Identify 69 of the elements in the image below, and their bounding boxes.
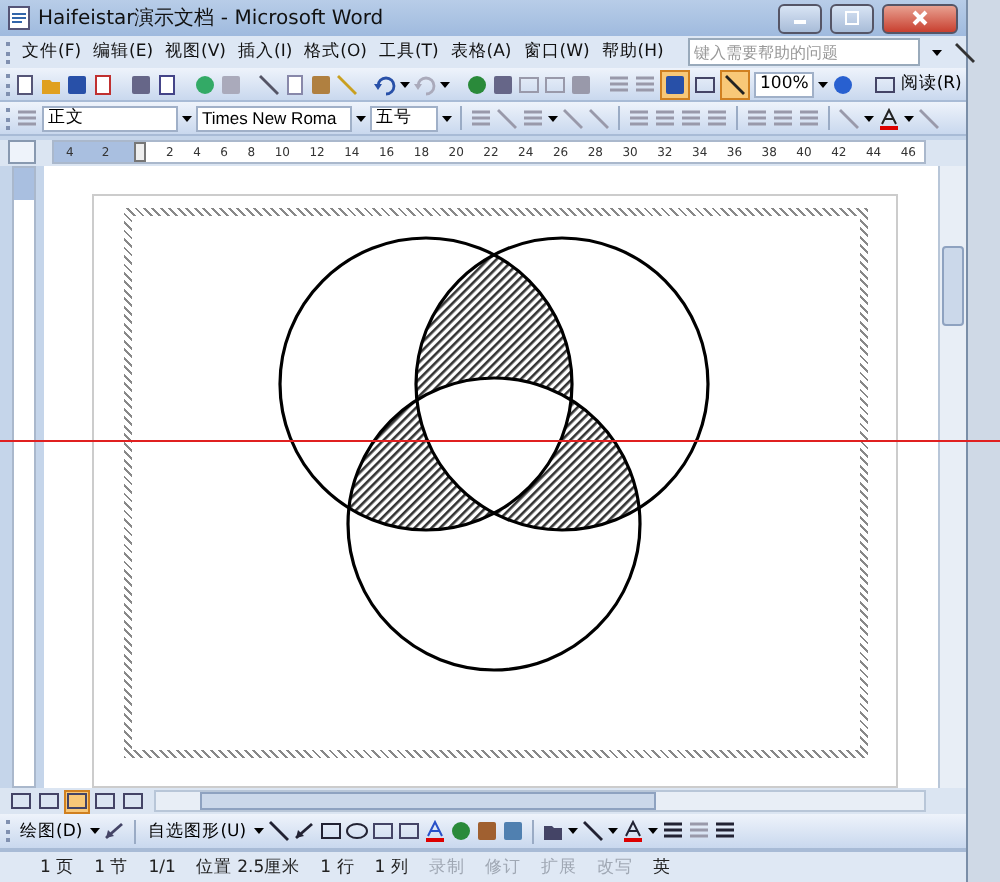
copy-icon[interactable] (284, 73, 306, 95)
oval-icon[interactable] (346, 820, 369, 842)
minimize-button[interactable] (778, 3, 822, 33)
style-box[interactable]: 正文 (42, 105, 178, 131)
arrow-icon[interactable] (294, 820, 317, 842)
font-color-icon[interactable] (878, 107, 900, 129)
menu-item[interactable]: 编辑(E) (93, 40, 154, 64)
caret-icon[interactable] (400, 81, 410, 87)
font-box[interactable]: Times New Roma (196, 105, 352, 131)
pointer-icon[interactable] (104, 820, 127, 842)
tab-selector[interactable] (8, 140, 36, 164)
close-button[interactable] (882, 3, 958, 33)
text-box-icon[interactable] (372, 820, 395, 842)
menu-item[interactable]: 帮助(H) (601, 40, 664, 64)
document-icon[interactable] (92, 73, 114, 95)
menu-item[interactable]: 工具(T) (378, 40, 439, 64)
help-search-field[interactable]: 键入需要帮助的问题 (687, 38, 920, 66)
menu-item[interactable]: 插入(I) (238, 40, 293, 64)
status-item: 位置 2.5厘米 (195, 855, 301, 879)
caret-icon[interactable] (608, 828, 619, 834)
status-item: 修订 (484, 855, 521, 879)
status-item: 1/1 (148, 857, 176, 877)
rectangle-icon[interactable] (320, 820, 343, 842)
status-item: 1 节 (94, 855, 129, 879)
status-item: 1 页 (40, 855, 75, 879)
caret-icon[interactable] (568, 828, 579, 834)
status-item: 1 列 (374, 855, 409, 879)
maximize-icon (844, 10, 860, 26)
status-item: 改写 (596, 855, 633, 879)
caret-icon[interactable] (90, 828, 101, 834)
status-item: 1 行 (320, 855, 355, 879)
menu-item[interactable]: 格式(O) (304, 40, 367, 64)
menu-item[interactable]: 文件(F) (22, 40, 82, 64)
menu-item[interactable]: 表格(A) (450, 40, 512, 64)
caret-icon[interactable] (182, 115, 192, 121)
status-item: 英 (652, 855, 671, 879)
caret-icon[interactable] (818, 81, 829, 87)
caret-icon[interactable] (648, 828, 659, 834)
document-icon[interactable] (156, 73, 178, 95)
caret-icon[interactable] (864, 115, 874, 121)
status-item: 扩展 (540, 855, 577, 879)
caret-icon[interactable] (356, 115, 366, 121)
font-size-box[interactable]: 五号 (370, 105, 438, 131)
status-item: 录制 (428, 855, 465, 879)
text-box-icon[interactable] (398, 820, 421, 842)
menu-item[interactable]: 视图(V) (165, 40, 226, 64)
undo-icon[interactable] (374, 73, 396, 95)
indent-marker[interactable] (134, 142, 146, 162)
window-title: Haifeistar演示文档 - Microsoft Word (38, 5, 384, 32)
toolbar-grip[interactable] (6, 820, 12, 842)
caret-icon[interactable] (931, 49, 942, 55)
font-color-icon[interactable] (622, 820, 645, 842)
menu-item[interactable]: 窗口(W) (523, 40, 590, 64)
maximize-button[interactable] (830, 3, 874, 33)
caret-icon[interactable] (548, 115, 558, 121)
line-icon[interactable] (268, 820, 291, 842)
horizontal-scrollbar[interactable] (154, 790, 926, 812)
caret-icon[interactable] (904, 115, 914, 121)
caret-icon[interactable] (440, 81, 450, 87)
vertical-scrollbar[interactable] (938, 166, 966, 788)
autoshapes-menu-button[interactable]: 自选图形(U) (144, 819, 251, 843)
document-icon (8, 6, 30, 30)
new-document-icon[interactable] (14, 73, 36, 95)
zoom-box[interactable]: 100% (754, 71, 815, 97)
caret-icon[interactable] (254, 828, 265, 834)
read-button[interactable]: 阅读(R) (870, 72, 966, 96)
draw-menu-button[interactable]: 绘图(D) (16, 819, 87, 843)
toolbar-grip[interactable] (6, 107, 12, 129)
caret-icon[interactable] (442, 115, 452, 121)
